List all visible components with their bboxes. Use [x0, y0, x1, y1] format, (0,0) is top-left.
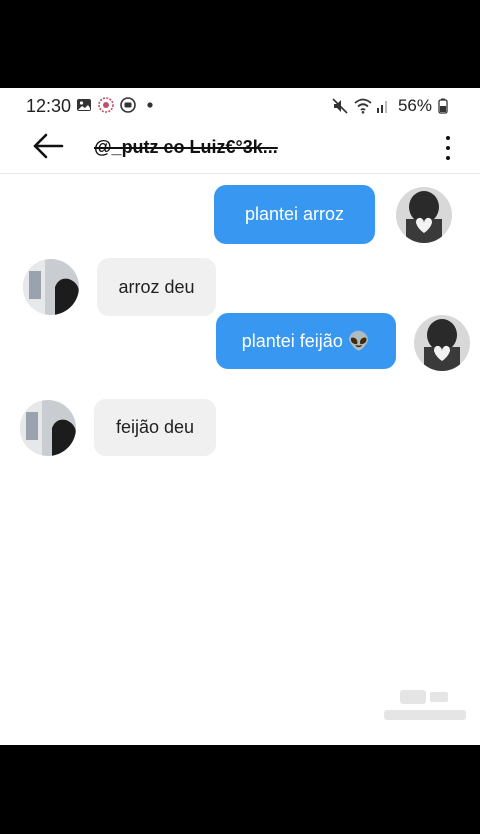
message-bubble-received[interactable]: arroz deu [97, 258, 216, 316]
dot-icon [142, 97, 158, 113]
status-notification-icons [76, 97, 158, 113]
letterbox-top [0, 0, 480, 88]
heart-hands-avatar[interactable] [396, 187, 452, 243]
heart-hands-avatar[interactable] [414, 315, 470, 371]
status-time: 12:30 [26, 96, 72, 116]
battery-icon [438, 98, 454, 114]
flower-icon [98, 97, 114, 113]
back-button[interactable] [30, 130, 66, 166]
wifi-icon [354, 98, 372, 114]
message-list[interactable]: plantei arroz arroz deu plantei feijão 👽… [0, 174, 480, 745]
more-vertical-icon [446, 136, 450, 140]
phone-screen: 12:30 56% @_putz eo Luiz€°3k... plantei … [0, 88, 480, 745]
status-bar: 12:30 56% [0, 88, 480, 124]
mute-icon [332, 98, 348, 114]
chat-title[interactable]: @_putz eo Luiz€°3k... [94, 137, 278, 158]
more-vertical-icon-dot [446, 146, 450, 150]
message-text: plantei feijão 👽 [241, 330, 371, 351]
message-text: arroz deu [118, 276, 195, 297]
signal-icon [376, 98, 392, 114]
more-options-button[interactable] [434, 130, 462, 166]
more-vertical-icon-dot [446, 156, 450, 160]
image-icon [76, 97, 92, 113]
contact-avatar[interactable] [20, 400, 76, 456]
message-bubble-received[interactable]: feijão deu [94, 399, 216, 456]
message-bubble-sent[interactable]: plantei arroz [214, 185, 375, 244]
battery-percent: 56% [397, 96, 432, 115]
letterbox-bottom [0, 745, 480, 834]
back-arrow-icon [32, 132, 64, 165]
message-bubble-sent[interactable]: plantei feijão 👽 [216, 313, 396, 369]
status-system-icons: 56% [332, 96, 454, 116]
chat-header: @_putz eo Luiz€°3k... [0, 124, 480, 174]
record-icon [120, 97, 136, 113]
watermark-logo [382, 686, 468, 726]
contact-avatar[interactable] [23, 259, 79, 315]
message-text: feijão deu [115, 417, 195, 437]
message-text: plantei arroz [244, 204, 345, 224]
